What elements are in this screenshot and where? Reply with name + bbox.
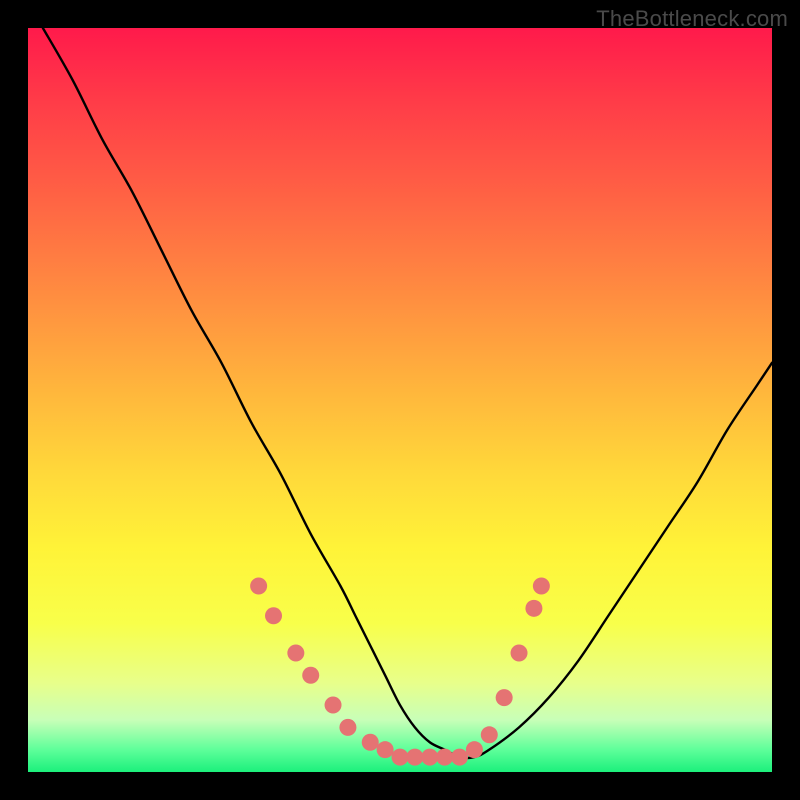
curve-marker — [481, 726, 498, 743]
curve-marker — [496, 689, 513, 706]
curve-marker — [287, 644, 304, 661]
curve-marker — [325, 697, 342, 714]
curve-marker — [525, 600, 542, 617]
curve-marker — [339, 719, 356, 736]
curve-marker — [421, 749, 438, 766]
curve-marker — [377, 741, 394, 758]
curve-marker — [265, 607, 282, 624]
curve-marker — [436, 749, 453, 766]
curve-marker — [406, 749, 423, 766]
curve-marker — [451, 749, 468, 766]
curve-marker — [302, 667, 319, 684]
chart-svg — [28, 28, 772, 772]
curve-marker — [392, 749, 409, 766]
curve-marker — [511, 644, 528, 661]
watermark-text: TheBottleneck.com — [596, 6, 788, 32]
curve-marker — [466, 741, 483, 758]
curve-marker — [250, 578, 267, 595]
chart-frame: TheBottleneck.com — [0, 0, 800, 800]
plot-area — [28, 28, 772, 772]
bottleneck-curve — [43, 28, 772, 758]
curve-marker — [362, 734, 379, 751]
curve-marker — [533, 578, 550, 595]
